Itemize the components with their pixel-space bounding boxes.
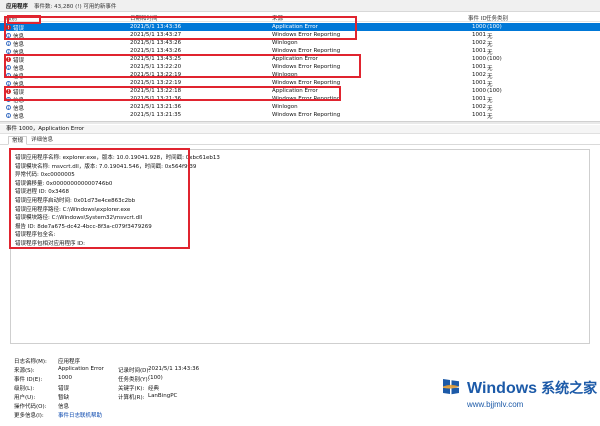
source-value: Application Error [58,366,104,372]
col-event-id[interactable]: 事件 ID [468,14,487,22]
keywords-value: 经典 [148,386,160,392]
source-label: 来源(S): [14,368,35,374]
task-label: 任务类别(Y): [118,377,150,383]
keywords-label: 关键字(K): [118,386,145,392]
event-count: 事件数: 43,280 (!) 可用的新事件 [34,3,117,10]
online-help-link[interactable]: 事件日志联机帮助 [58,411,102,419]
table-row[interactable]: i 信息 2021/5/1 13:21:35 Windows Error Repo… [0,111,600,120]
opcode-label: 操作代码(O): [14,404,47,410]
logged-value: 2021/5/1 13:43:36 [148,366,200,372]
pane-splitter[interactable] [0,121,600,124]
watermark-url: www.bjjmlv.com [467,400,524,409]
opcode-value: 信息 [58,404,70,410]
info-icon: i [6,105,11,111]
detail-title: 事件 1000，Application Error [0,125,600,134]
highlight-description-box [9,148,190,249]
windows-logo-icon [443,379,459,395]
log-name-label: 日志名称(M): [14,359,47,365]
info-icon: i [6,113,11,119]
watermark-windows: Windows [467,380,538,397]
user-value: 暂缺 [58,395,70,401]
highlight-box-3 [4,86,341,101]
logged-label: 记录时间(D): [118,368,151,374]
more-info-label: 更多信息(I): [14,413,44,419]
info-icon: i [6,41,11,47]
level-value: 错误 [58,386,70,392]
computer-label: 计算机(R): [118,395,145,401]
highlight-box-1 [4,16,357,40]
level-label: 级别(L): [14,386,35,392]
tab-general[interactable]: 常规 [8,136,28,145]
tab-details[interactable]: 详细信息 [28,136,56,145]
log-title: 应用程序 [6,3,29,10]
event-id-label: 事件 ID(E): [14,377,43,383]
table-row[interactable]: i 信息 2021/5/1 13:21:36 Winlogon 1002 无 [0,103,600,112]
log-name-value: 应用程序 [58,359,81,365]
col-task[interactable]: 任务类别 [486,14,508,22]
task-value: (100) [148,375,163,381]
watermark-site-name: 系统之家 [541,380,598,396]
log-header: 应用程序 事件数: 43,280 (!) 可用的新事件 [0,0,600,12]
detail-tabs: 常规 详细信息 [0,135,600,145]
watermark-brand: Windows 系统之家 [467,378,597,398]
user-label: 用户(U): [14,395,36,401]
highlight-box-2 [4,54,361,78]
table-row[interactable]: i 信息 2021/5/1 13:43:26 Winlogon 1002 无 [0,39,600,48]
computer-value: LanBingPC [148,393,178,399]
event-id-value: 1000 [58,375,72,381]
